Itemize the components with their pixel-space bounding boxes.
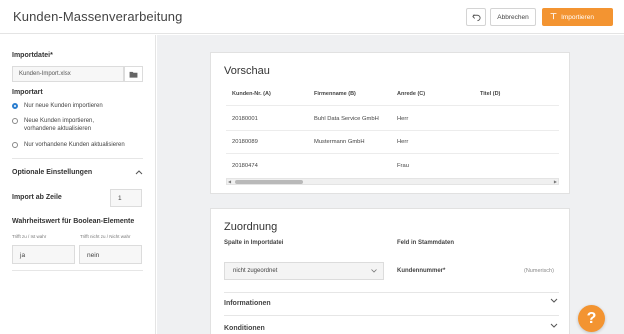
table-cell: 20180089	[232, 139, 258, 145]
folder-icon	[129, 71, 138, 78]
source-column-header: Spalte in Importdatei	[224, 240, 284, 246]
browse-button[interactable]	[124, 66, 143, 82]
undo-icon	[471, 13, 480, 21]
divider	[12, 158, 143, 159]
false-hint: Trifft nicht zu / Nicht wahr	[80, 234, 131, 239]
undo-button[interactable]	[466, 8, 486, 26]
table-cell: Frau	[397, 163, 409, 169]
column-header: Titel (D)	[480, 91, 501, 97]
importfile-field[interactable]: Kunden-Import.xlsx	[12, 66, 124, 82]
optional-settings-header[interactable]: Optionale Einstellungen	[12, 169, 92, 176]
page-title: Kunden-Massenverarbeitung	[13, 9, 183, 24]
radio-update-only-label: Nur vorhandene Kunden aktualisieren	[24, 142, 125, 148]
radio-new-only-label: Nur neue Kunden importieren	[24, 103, 103, 109]
column-select-value: nicht zugeordnet	[233, 268, 278, 274]
chevron-down-icon	[371, 269, 377, 273]
radio-update-only[interactable]: Nur vorhandene Kunden aktualisieren	[12, 141, 125, 149]
preview-title: Vorschau	[224, 65, 270, 77]
true-hint: Trifft zu / Ist wahr	[12, 234, 47, 239]
preview-card: Vorschau Kunden-Nr. (A) Firmenname (B) A…	[210, 52, 570, 194]
section-informationen[interactable]: Informationen	[224, 300, 271, 307]
column-header: Firmenname (B)	[314, 91, 356, 97]
divider	[12, 270, 143, 271]
cancel-button[interactable]: Abbrechen	[490, 8, 536, 26]
column-header: Kunden-Nr. (A)	[232, 91, 271, 97]
target-column-header: Feld in Stammdaten	[397, 240, 455, 246]
table-cell: 20180001	[232, 116, 258, 122]
field-type: (Numerisch)	[524, 268, 554, 274]
radio-new-and-update[interactable]: Neue Kunden importieren, vorhandene aktu…	[12, 117, 122, 133]
table-cell: Mustermann GmbH	[314, 139, 365, 145]
import-from-row-input[interactable]: 1	[110, 189, 142, 207]
section-konditionen[interactable]: Konditionen	[224, 325, 265, 332]
table-cell: 20180474	[232, 163, 258, 169]
question-mark-icon: ?	[586, 309, 597, 327]
scrollbar-thumb[interactable]	[235, 180, 303, 184]
true-value-input[interactable]: ja	[12, 245, 75, 264]
chevron-down-icon[interactable]	[550, 298, 558, 304]
import-button-label: Importieren	[561, 13, 594, 21]
radio-new-and-update-label: Neue Kunden importieren, vorhandene aktu…	[24, 118, 95, 132]
scroll-left-icon[interactable]: ◀	[228, 179, 231, 184]
row-divider	[226, 130, 559, 131]
main-content: Vorschau Kunden-Nr. (A) Firmenname (B) A…	[157, 35, 624, 334]
radio-new-only-control[interactable]	[12, 103, 18, 109]
column-select[interactable]: nicht zugeordnet	[224, 262, 384, 280]
radio-new-only[interactable]: Nur neue Kunden importieren	[12, 102, 103, 110]
mapping-title: Zuordnung	[224, 221, 278, 233]
settings-sidebar: Importdatei* Kunden-Import.xlsx Importar…	[0, 35, 156, 334]
import-icon: ⊤	[550, 12, 557, 21]
import-button[interactable]: ⊤ Importieren	[542, 8, 613, 26]
row-divider	[226, 105, 559, 106]
field-label: Kundennummer*	[397, 268, 446, 274]
importfile-label: Importdatei*	[12, 52, 53, 59]
divider	[224, 315, 559, 316]
false-value-input[interactable]: nein	[79, 245, 142, 264]
mapping-card: Zuordnung Spalte in Importdatei Feld in …	[210, 208, 570, 334]
row-divider	[226, 153, 559, 154]
chevron-down-icon[interactable]	[550, 323, 558, 329]
table-cell: Herr	[397, 139, 409, 145]
chevron-up-icon[interactable]	[135, 169, 143, 175]
column-header: Anrede (C)	[397, 91, 426, 97]
help-button[interactable]: ?	[578, 305, 605, 332]
divider	[224, 292, 559, 293]
table-cell: Herr	[397, 116, 409, 122]
horizontal-scrollbar[interactable]: ◀ ▶	[226, 178, 559, 185]
radio-update-only-control[interactable]	[12, 142, 18, 148]
top-bar: Kunden-Massenverarbeitung Abbrechen ⊤ Im…	[0, 0, 624, 34]
scroll-right-icon[interactable]: ▶	[554, 179, 557, 184]
radio-new-and-update-control[interactable]	[12, 118, 18, 124]
boolean-label: Wahrheitswert für Boolean-Elemente	[12, 218, 135, 225]
table-cell: Buhl Data Service GmbH	[314, 116, 379, 122]
importart-label: Importart	[12, 89, 43, 96]
import-from-row-label: Import ab Zeile	[12, 194, 62, 201]
